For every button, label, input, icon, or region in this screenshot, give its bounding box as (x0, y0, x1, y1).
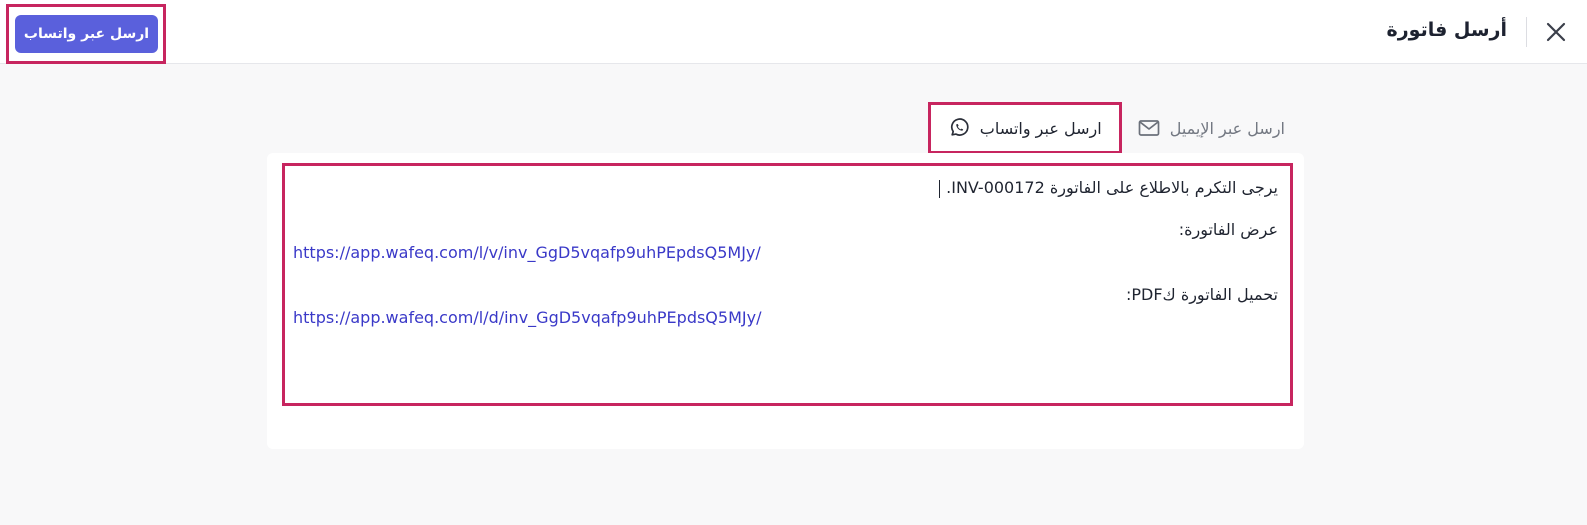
download-invoice-link[interactable]: https://app.wafeq.com/l/d/inv_GgD5vqafp9… (293, 307, 1278, 329)
tab-whatsapp-label: ارسل عبر واتساب (979, 118, 1102, 138)
message-greeting: يرجى التكرم بالاطلاع على الفاتورة INV-00… (293, 176, 1278, 200)
tab-whatsapp[interactable]: ارسل عبر واتساب (927, 102, 1122, 154)
view-invoice-label: عرض الفاتورة: (1178, 220, 1278, 239)
primary-button-highlight: ارسل عبر واتساب (6, 4, 166, 64)
tab-email[interactable]: ارسل عبر الإيميل (1122, 102, 1305, 154)
tab-email-label: ارسل عبر الإيميل (1169, 118, 1285, 138)
view-invoice-link[interactable]: https://app.wafeq.com/l/v/inv_GgD5vqafp9… (293, 242, 1278, 264)
download-invoice-label: تحميل الفاتورة كPDF: (1125, 285, 1278, 304)
close-icon (1546, 22, 1566, 42)
send-whatsapp-button[interactable]: ارسل عبر واتساب (15, 15, 158, 53)
close-button[interactable] (1541, 16, 1571, 48)
text-caret (939, 179, 941, 198)
top-bar: أرسل فاتورة ارسل عبر واتساب (0, 0, 1587, 64)
title-divider (1526, 17, 1527, 47)
whatsapp-icon (950, 118, 969, 136)
page-title: أرسل فاتورة (1386, 19, 1508, 41)
message-textarea[interactable]: يرجى التكرم بالاطلاع على الفاتورة INV-00… (282, 163, 1293, 406)
mail-icon (1138, 120, 1160, 136)
send-method-tabs: ارسل عبر الإيميل ارسل عبر واتساب (912, 102, 1305, 154)
